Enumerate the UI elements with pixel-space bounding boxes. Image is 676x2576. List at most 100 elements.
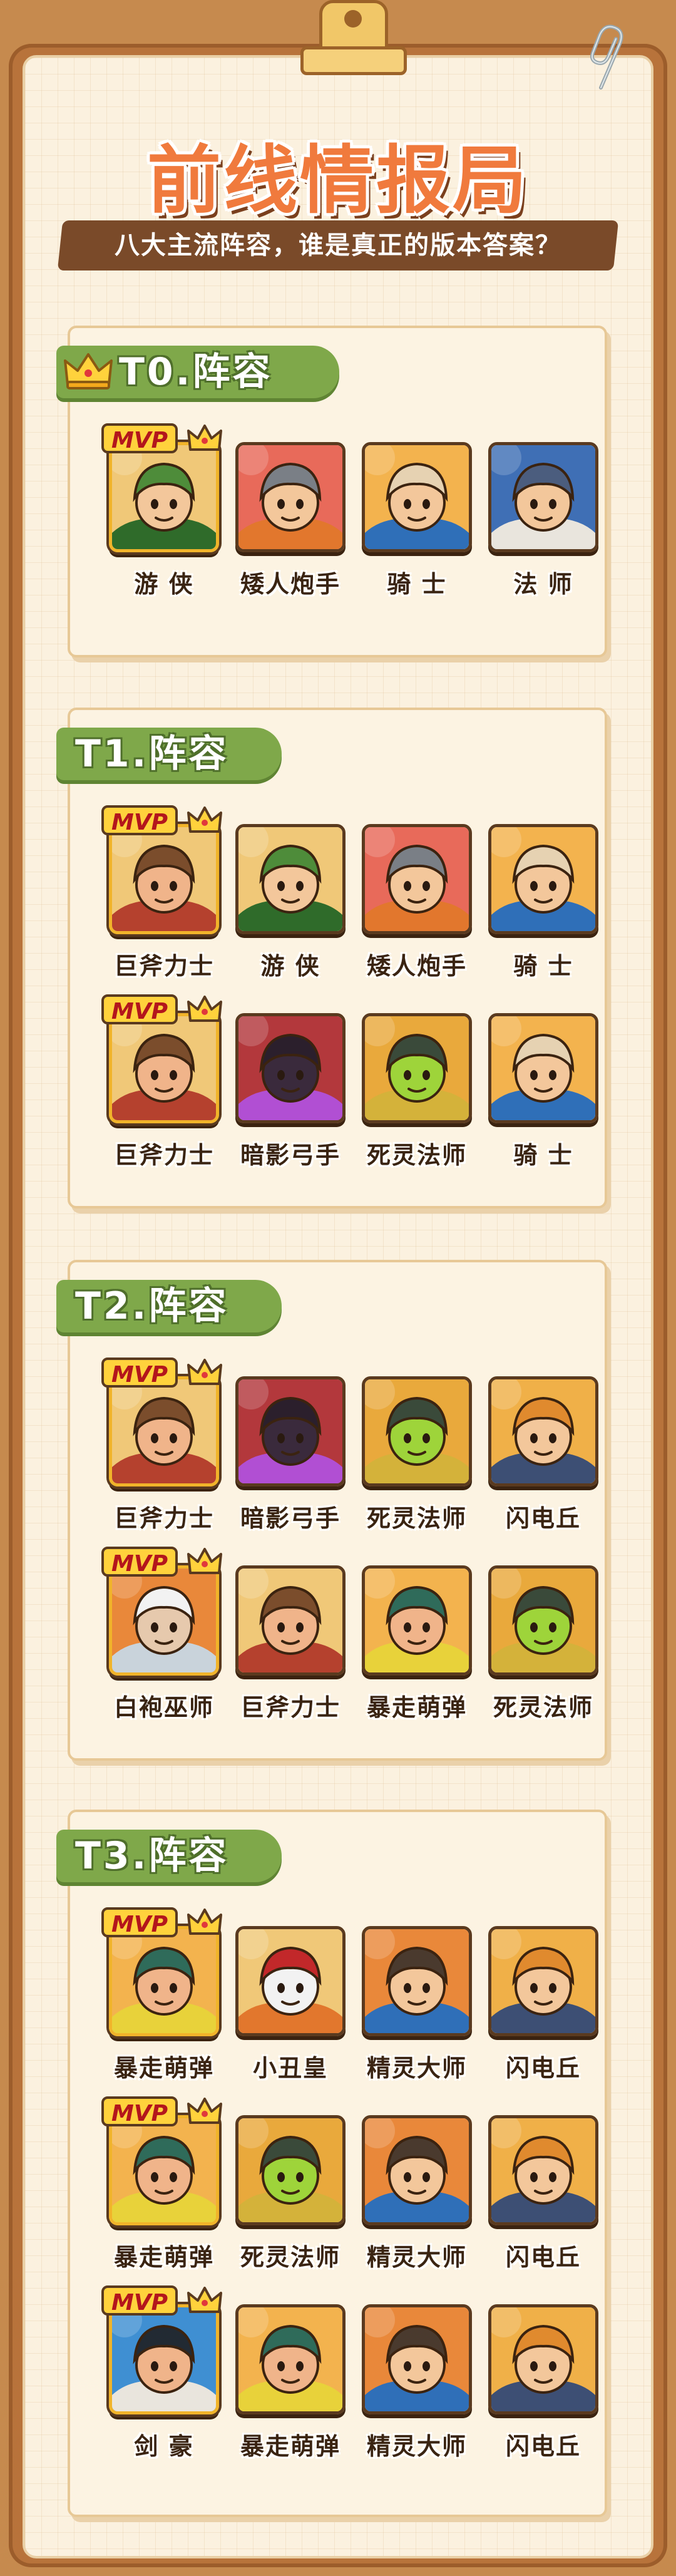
tier-label-text: T3.阵容 <box>75 1834 229 1878</box>
hero-card[interactable]: 暗影弓手 <box>235 1376 346 1545</box>
tier-label: T0.阵容 <box>56 346 339 398</box>
mvp-crown-icon <box>187 805 223 837</box>
axe-warrior-portrait <box>235 1565 346 1676</box>
axe-warrior-portrait <box>109 1013 219 1123</box>
tier-label-text: T2.阵容 <box>75 1284 229 1328</box>
ranger-portrait <box>109 442 219 552</box>
hero-name: 骑 士 <box>513 952 573 980</box>
paperclip-icon <box>590 24 623 90</box>
hero-name: 暴走萌弹 <box>113 2054 214 2082</box>
hero-card[interactable]: 暴走萌弹 <box>235 2304 346 2473</box>
hero-card[interactable]: 暴走萌弹 <box>362 1565 472 1734</box>
hero-card[interactable]: 精灵大师 <box>362 2115 472 2284</box>
necromancer-portrait <box>362 1013 472 1123</box>
hero-card[interactable]: MVP 巨斧力士 <box>101 994 222 1182</box>
knight-portrait <box>362 442 472 552</box>
lineup-row: MVP 暴走萌弹 死灵法师 精灵大师 闪电丘 <box>90 2096 598 2284</box>
lightning-qiu-portrait <box>488 1926 598 2036</box>
hero-card[interactable]: 精灵大师 <box>362 2304 472 2473</box>
clown-king-portrait <box>235 1926 346 2036</box>
hero-card[interactable]: MVP 巨斧力士 <box>101 1358 222 1545</box>
mvp-badge: MVP <box>101 1907 178 1937</box>
knight-portrait <box>488 824 598 934</box>
hero-card[interactable]: 闪电丘 <box>488 2304 598 2473</box>
hero-card[interactable]: 闪电丘 <box>488 1926 598 2095</box>
mvp-badge: MVP <box>101 2285 178 2316</box>
rampage-bomber-portrait <box>109 1926 219 2036</box>
hero-card[interactable]: 暗影弓手 <box>235 1013 346 1182</box>
hero-card[interactable]: 巨斧力士 <box>235 1565 346 1734</box>
mvp-crown-icon <box>187 2096 223 2128</box>
lineup-row: MVP 剑 豪 暴走萌弹 精灵大师 闪电丘 <box>90 2285 598 2473</box>
necromancer-portrait <box>488 1565 598 1676</box>
hero-card[interactable]: 精灵大师 <box>362 1926 472 2095</box>
hero-name: 闪电丘 <box>505 1505 581 1532</box>
mvp-badge: MVP <box>101 2096 178 2126</box>
tier-label: T1.阵容 <box>56 728 282 780</box>
hero-name: 矮人炮手 <box>366 952 467 980</box>
hero-name: 白袍巫师 <box>113 1694 214 1721</box>
mage-portrait <box>488 442 598 552</box>
hero-name: 闪电丘 <box>505 2054 581 2082</box>
mvp-crown-icon <box>187 1358 223 1389</box>
mvp-crown-icon <box>187 2285 223 2317</box>
crown-icon <box>64 352 113 391</box>
hero-card[interactable]: 死灵法师 <box>362 1376 472 1545</box>
tier-label: T3.阵容 <box>56 1830 282 1882</box>
lineup-row: MVP 巨斧力士 暗影弓手 死灵法师 骑 士 <box>90 994 598 1182</box>
mvp-badge: MVP <box>101 423 178 453</box>
mvp-crown-icon <box>187 1547 223 1578</box>
hero-card[interactable]: MVP 白袍巫师 <box>101 1547 222 1734</box>
hero-name: 死灵法师 <box>240 2244 341 2271</box>
hero-name: 暗影弓手 <box>240 1505 341 1532</box>
hero-card[interactable]: 死灵法师 <box>235 2115 346 2284</box>
elf-master-portrait <box>362 2115 472 2225</box>
hero-card[interactable]: MVP 剑 豪 <box>101 2285 222 2473</box>
hero-card[interactable]: 法 师 <box>488 442 598 611</box>
mvp-badge: MVP <box>101 805 178 835</box>
lightning-qiu-portrait <box>488 2115 598 2225</box>
hero-name: 骑 士 <box>513 1141 573 1169</box>
axe-warrior-portrait <box>109 1376 219 1486</box>
ranger-portrait <box>235 824 346 934</box>
mvp-badge: MVP <box>101 994 178 1024</box>
hero-card[interactable]: 小丑皇 <box>235 1926 346 2095</box>
shadow-archer-portrait <box>235 1376 346 1486</box>
tier-label-text: T0.阵容 <box>119 350 273 394</box>
hero-card[interactable]: MVP 巨斧力士 <box>101 805 222 993</box>
necromancer-portrait <box>235 2115 346 2225</box>
hero-name: 巨斧力士 <box>240 1694 341 1721</box>
tier-label-text: T1.阵容 <box>75 732 229 776</box>
rampage-bomber-portrait <box>109 2115 219 2225</box>
hero-name: 矮人炮手 <box>240 570 341 598</box>
lineup-row: MVP 暴走萌弹 小丑皇 精灵大师 闪电丘 <box>90 1907 598 2095</box>
hero-name: 暗影弓手 <box>240 1141 341 1169</box>
hero-name: 精灵大师 <box>366 2433 467 2460</box>
hero-name: 暴走萌弹 <box>113 2244 214 2271</box>
mvp-crown-icon <box>187 423 223 455</box>
mvp-badge: MVP <box>101 1358 178 1388</box>
hero-name: 剑 豪 <box>134 2433 194 2460</box>
hero-card[interactable]: 骑 士 <box>488 1013 598 1182</box>
clipboard-clip-icon <box>300 0 407 75</box>
hero-card[interactable]: 死灵法师 <box>362 1013 472 1182</box>
hero-card[interactable]: 闪电丘 <box>488 1376 598 1545</box>
lightning-qiu-portrait <box>488 2304 598 2414</box>
hero-name: 死灵法师 <box>493 1694 593 1721</box>
hero-card[interactable]: 矮人炮手 <box>235 442 346 611</box>
lineup-row: MVP 巨斧力士 暗影弓手 死灵法师 闪电丘 <box>90 1358 598 1545</box>
dwarf-gunner-portrait <box>362 824 472 934</box>
hero-card[interactable]: 骑 士 <box>488 824 598 993</box>
hero-card[interactable]: 矮人炮手 <box>362 824 472 993</box>
hero-card[interactable]: 游 侠 <box>235 824 346 993</box>
hero-card[interactable]: 死灵法师 <box>488 1565 598 1734</box>
hero-card[interactable]: 闪电丘 <box>488 2115 598 2284</box>
hero-card[interactable]: MVP 暴走萌弹 <box>101 1907 222 2095</box>
hero-card[interactable]: MVP 游 侠 <box>101 423 222 611</box>
hero-card[interactable]: MVP 暴走萌弹 <box>101 2096 222 2284</box>
hero-card[interactable]: 骑 士 <box>362 442 472 611</box>
page-subtitle: 八大主流阵容，谁是真正的版本答案？ <box>115 231 561 260</box>
hero-name: 骑 士 <box>387 570 447 598</box>
lineup-row: MVP 白袍巫师 巨斧力士 暴走萌弹 死灵法师 <box>90 1547 598 1734</box>
necromancer-portrait <box>362 1376 472 1486</box>
